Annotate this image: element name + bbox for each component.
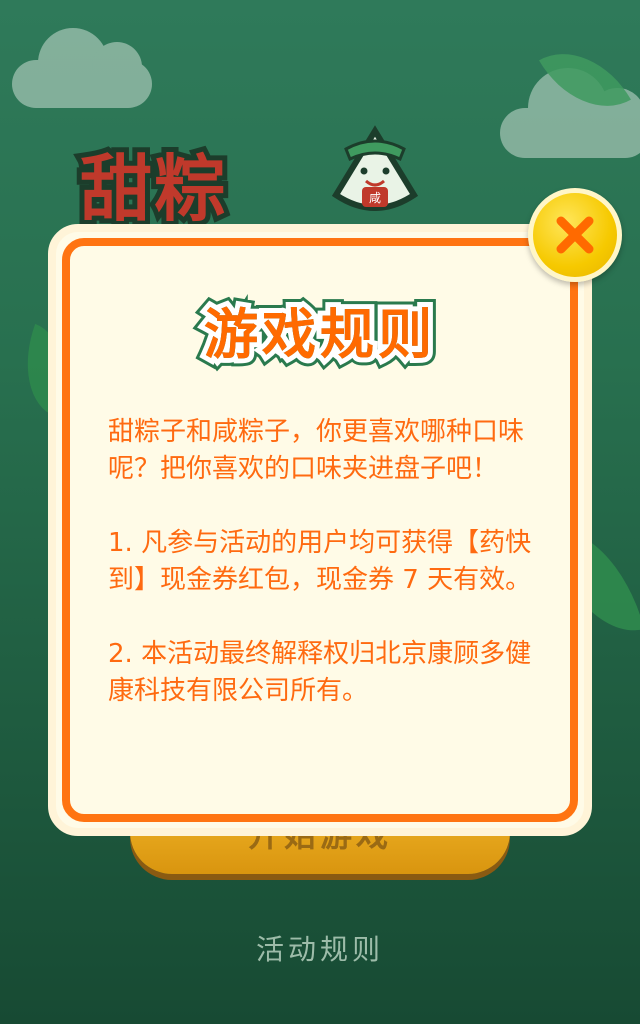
rules-paragraph: 1. 凡参与活动的用户均可获得【药快到】现金券红包，现金券 7 天有效。 <box>108 528 532 595</box>
rules-paragraph: 甜粽子和咸粽子，你更喜欢哪种口味呢？把你喜欢的口味夹进盘子吧！ <box>108 417 525 484</box>
dialog-title: 游戏规则 <box>199 298 437 371</box>
rules-paragraph: 2. 本活动最终解释权归北京康顾多健康科技有限公司所有。 <box>108 639 532 706</box>
close-x-icon <box>556 216 594 254</box>
game-rules-dialog: 游戏规则 游戏规则 甜粽子和咸粽子，你更喜欢哪种口味呢？把你喜欢的口味夹进盘子吧… <box>48 224 592 836</box>
modal-overlay: 游戏规则 游戏规则 甜粽子和咸粽子，你更喜欢哪种口味呢？把你喜欢的口味夹进盘子吧… <box>0 0 640 1024</box>
rules-text: 甜粽子和咸粽子，你更喜欢哪种口味呢？把你喜欢的口味夹进盘子吧！ 1. 凡参与活动… <box>108 414 544 747</box>
close-button[interactable] <box>528 188 622 282</box>
